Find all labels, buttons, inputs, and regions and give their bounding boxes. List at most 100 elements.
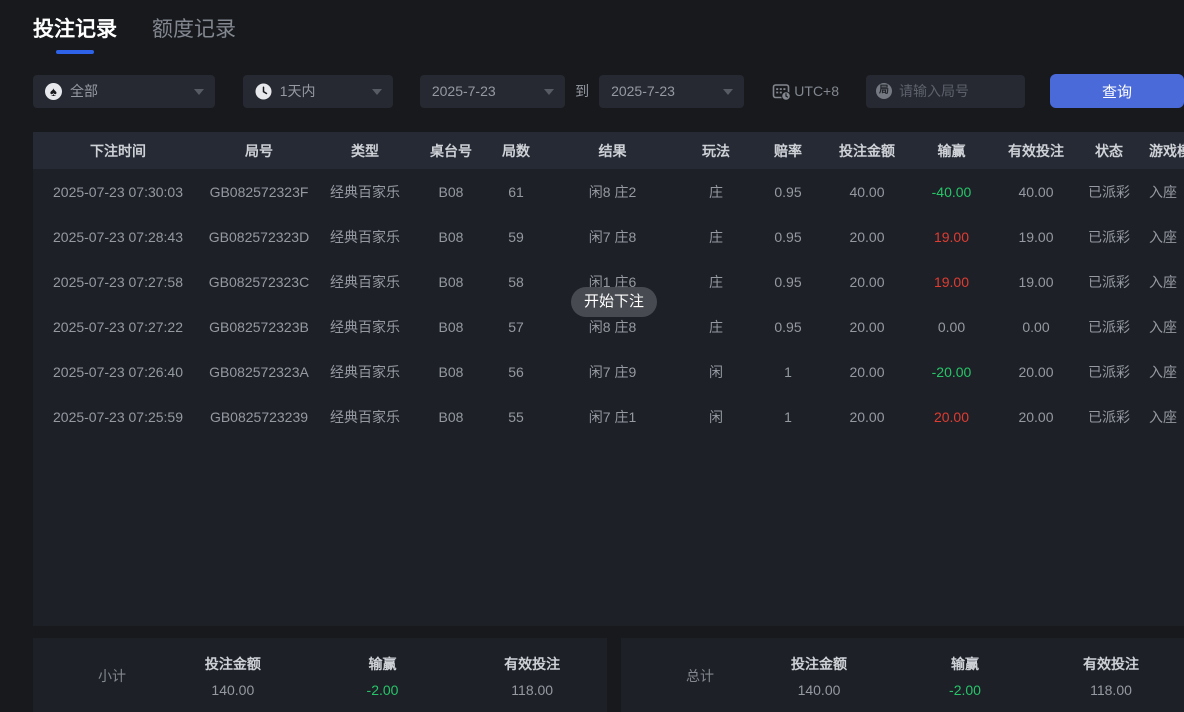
cell-win_loss: 20.00: [910, 394, 993, 439]
chevron-down-icon: [194, 89, 204, 95]
column-header-play: 玩法: [680, 132, 752, 169]
stat-title: 投注金额: [158, 654, 308, 674]
cell-type: 经典百家乐: [315, 169, 415, 214]
round-number-field[interactable]: 局: [866, 75, 1025, 108]
tab-quota-records[interactable]: 额度记录: [152, 13, 236, 54]
chevron-down-icon: [372, 89, 382, 95]
cell-time: 2025-07-23 07:26:40: [33, 349, 203, 394]
table-row: 2025-07-23 07:26:40GB082572323A经典百家乐B085…: [33, 349, 1184, 394]
time-range-value: 1天内: [280, 81, 316, 101]
cell-time: 2025-07-23 07:30:03: [33, 169, 203, 214]
stat-value: 140.00: [746, 682, 892, 698]
table-row: 2025-07-23 07:25:59GB0825723239经典百家乐B085…: [33, 394, 1184, 439]
cell-play: 庄: [680, 259, 752, 304]
cell-result: 闲7 庄9: [545, 349, 680, 394]
table-row: 2025-07-23 07:30:03GB082572323F经典百家乐B086…: [33, 169, 1184, 214]
tab-label: 额度记录: [152, 18, 236, 41]
cell-round: 59: [487, 214, 545, 259]
summary-stat: 输赢-2.00: [892, 654, 1038, 698]
cell-status: 已派彩: [1079, 169, 1139, 214]
cell-win_loss: 19.00: [910, 214, 993, 259]
column-header-bet: 投注金额: [824, 132, 910, 169]
cell-odds: 1: [752, 394, 824, 439]
cell-win_loss: -40.00: [910, 169, 993, 214]
cell-bet: 20.00: [824, 304, 910, 349]
cell-status: 已派彩: [1079, 304, 1139, 349]
cell-bet: 20.00: [824, 214, 910, 259]
stat-title: 有效投注: [457, 654, 607, 674]
cell-valid_bet: 19.00: [993, 259, 1079, 304]
column-header-valid_bet: 有效投注: [993, 132, 1079, 169]
cell-round: 58: [487, 259, 545, 304]
cell-valid_bet: 19.00: [993, 214, 1079, 259]
cell-play: 庄: [680, 169, 752, 214]
cell-type: 经典百家乐: [315, 304, 415, 349]
cell-round_id: GB082572323A: [203, 349, 315, 394]
cell-result: 闲8 庄2: [545, 169, 680, 214]
cell-type: 经典百家乐: [315, 394, 415, 439]
cell-round_id: GB082572323B: [203, 304, 315, 349]
cell-result: 闲7 庄8: [545, 214, 680, 259]
spade-circle-icon: ♠: [45, 83, 62, 100]
tab-betting-records[interactable]: 投注记录: [33, 13, 117, 54]
date-from-value: 2025-7-23: [432, 83, 496, 99]
stat-value: -2.00: [892, 682, 1038, 698]
table-row: 2025-07-23 07:28:43GB082572323D经典百家乐B085…: [33, 214, 1184, 259]
cell-play: 庄: [680, 304, 752, 349]
column-header-time: 下注时间: [33, 132, 203, 169]
game-type-select[interactable]: ♠ 全部: [33, 75, 215, 108]
stat-title: 有效投注: [1038, 654, 1184, 674]
betting-records-page: { "colors": { "accent_blue": "#4a6ad9", …: [0, 0, 1184, 712]
stat-value: 118.00: [1038, 682, 1184, 698]
cell-time: 2025-07-23 07:27:22: [33, 304, 203, 349]
summary-label: 总计: [686, 666, 746, 686]
records-table: 下注时间局号类型桌台号局数结果玩法赔率投注金额输赢有效投注状态游戏模式 2025…: [33, 132, 1184, 439]
cell-table_no: B08: [415, 259, 487, 304]
cell-play: 庄: [680, 214, 752, 259]
cell-time: 2025-07-23 07:25:59: [33, 394, 203, 439]
cell-round: 57: [487, 304, 545, 349]
cell-odds: 0.95: [752, 214, 824, 259]
stat-value: 118.00: [457, 682, 607, 698]
records-table-panel: 下注时间局号类型桌台号局数结果玩法赔率投注金额输赢有效投注状态游戏模式 2025…: [33, 132, 1184, 626]
cell-round: 55: [487, 394, 545, 439]
summary-stat: 有效投注 118.00: [457, 654, 607, 698]
cell-valid_bet: 20.00: [993, 394, 1079, 439]
cell-type: 经典百家乐: [315, 349, 415, 394]
round-number-input[interactable]: [899, 83, 1015, 99]
chevron-down-icon: [723, 89, 733, 95]
cell-status: 已派彩: [1079, 349, 1139, 394]
summary-section: 小计投注金额140.00输赢-2.00有效投注118.00总计投注金额140.0…: [33, 638, 1184, 712]
summary-stat: 投注金额140.00: [158, 654, 308, 698]
stat-title: 输赢: [308, 654, 458, 674]
clock-circle-icon: [255, 83, 272, 100]
date-range-to-label: 到: [575, 81, 589, 101]
cell-win_loss: 0.00: [910, 304, 993, 349]
subtotal-card: 小计投注金额140.00输赢-2.00有效投注118.00: [33, 638, 607, 712]
cell-valid_bet: 0.00: [993, 304, 1079, 349]
date-to-select[interactable]: 2025-7-23: [599, 75, 744, 108]
date-to-value: 2025-7-23: [611, 83, 675, 99]
cell-play: 闲: [680, 349, 752, 394]
column-header-result: 结果: [545, 132, 680, 169]
search-button[interactable]: 查询: [1050, 74, 1184, 108]
cell-win_loss: 19.00: [910, 259, 993, 304]
stat-title: 投注金额: [746, 654, 892, 674]
cell-table_no: B08: [415, 214, 487, 259]
column-header-type: 类型: [315, 132, 415, 169]
cell-bet: 20.00: [824, 394, 910, 439]
cell-valid_bet: 20.00: [993, 349, 1079, 394]
cell-win_loss: -20.00: [910, 349, 993, 394]
cell-valid_bet: 40.00: [993, 169, 1079, 214]
column-header-round: 局数: [487, 132, 545, 169]
column-header-odds: 赔率: [752, 132, 824, 169]
date-from-select[interactable]: 2025-7-23: [420, 75, 565, 108]
chevron-down-icon: [544, 89, 554, 95]
time-range-select[interactable]: 1天内: [243, 75, 393, 108]
column-header-table_no: 桌台号: [415, 132, 487, 169]
summary-stat: 输赢-2.00: [308, 654, 458, 698]
cell-mode: 入座: [1139, 394, 1184, 439]
calendar-clock-icon: [772, 82, 791, 101]
total-card: 总计投注金额 140.00输赢-2.00有效投注 118.00: [621, 638, 1184, 712]
cell-status: 已派彩: [1079, 214, 1139, 259]
